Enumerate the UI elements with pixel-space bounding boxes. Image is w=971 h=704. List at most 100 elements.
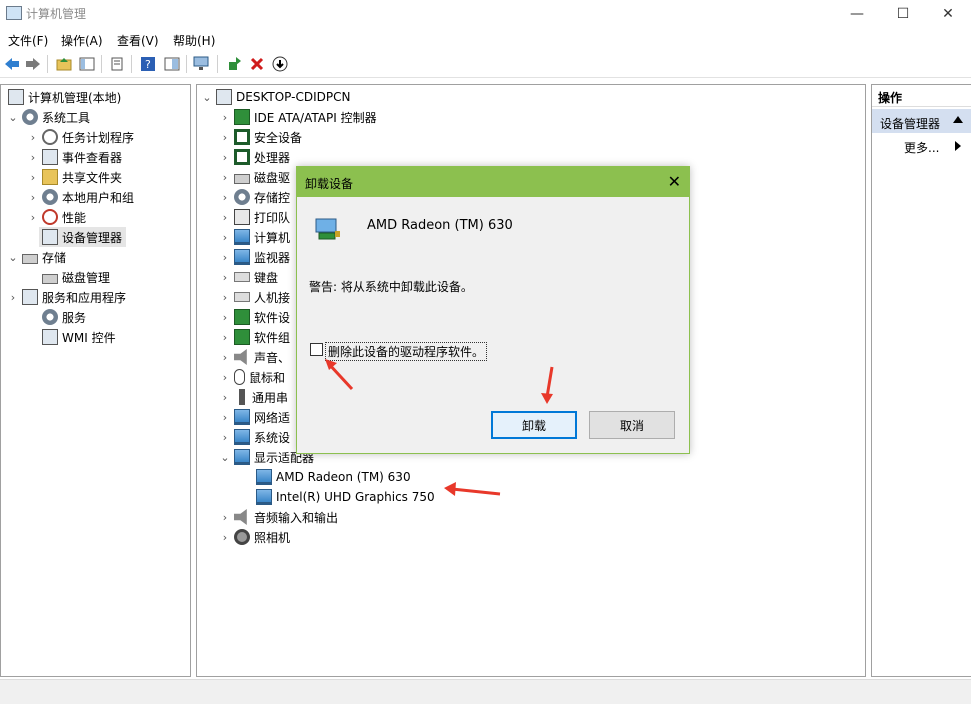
chevron-right-icon[interactable]: › — [219, 191, 231, 204]
back-icon[interactable] — [3, 55, 21, 73]
minimize-button[interactable]: — — [834, 0, 880, 28]
category-computer[interactable]: › 计算机 — [219, 227, 290, 247]
tree-shared-folders[interactable]: › 共享文件夹 — [27, 167, 122, 187]
category-ide[interactable]: › IDE ATA/ATAPI 控制器 — [219, 107, 377, 127]
chevron-right-icon[interactable]: › — [27, 211, 39, 224]
device-intel-uhd[interactable]: Intel(R) UHD Graphics 750 — [253, 487, 435, 507]
device-tree-root[interactable]: ⌄ DESKTOP-CDIDPCN — [201, 87, 350, 107]
forward-icon[interactable] — [24, 55, 42, 73]
chevron-right-icon[interactable]: › — [27, 151, 39, 164]
dialog-close-icon[interactable]: ✕ — [668, 172, 681, 191]
tree-disk-management[interactable]: 磁盘管理 — [39, 267, 110, 287]
category-keyboards[interactable]: › 键盘 — [219, 267, 278, 287]
category-mice[interactable]: › 鼠标和 — [219, 367, 285, 387]
title-bar: 计算机管理 — ☐ ✕ — [0, 0, 971, 28]
category-software-devices[interactable]: › 软件设 — [219, 307, 290, 327]
category-storage-controllers[interactable]: › 存储控 — [219, 187, 290, 207]
uninstall-device-icon[interactable] — [248, 55, 266, 73]
actions-more[interactable]: 更多... — [904, 139, 939, 156]
audio-icon — [234, 509, 247, 525]
delete-driver-checkbox[interactable] — [310, 343, 323, 356]
enable-device-icon[interactable] — [271, 55, 289, 73]
category-network[interactable]: › 网络适 — [219, 407, 290, 427]
chevron-right-icon[interactable]: › — [219, 291, 231, 304]
chevron-right-icon[interactable]: › — [219, 431, 231, 444]
close-button[interactable]: ✕ — [925, 0, 971, 28]
chevron-right-icon[interactable]: › — [219, 231, 231, 244]
chevron-right-icon[interactable]: › — [7, 291, 19, 304]
category-monitors[interactable]: › 监视器 — [219, 247, 290, 267]
display-adapter-icon — [315, 218, 340, 240]
category-usb[interactable]: › 通用串 — [219, 387, 288, 407]
actions-device-manager[interactable]: 设备管理器 — [872, 109, 971, 133]
chevron-right-icon[interactable] — [955, 141, 961, 151]
device-label: AMD Radeon (TM) 630 — [276, 470, 411, 484]
chevron-down-icon[interactable]: ⌄ — [7, 111, 19, 124]
uninstall-button[interactable]: 卸载 — [491, 411, 577, 439]
category-software-components[interactable]: › 软件组 — [219, 327, 290, 347]
show-tree-icon[interactable] — [78, 55, 96, 73]
chevron-right-icon[interactable]: › — [219, 151, 231, 164]
tree-wmi[interactable]: WMI 控件 — [39, 327, 116, 347]
chevron-right-icon[interactable]: › — [219, 411, 231, 424]
help-icon[interactable]: ? — [139, 55, 157, 73]
tree-system-tools[interactable]: ⌄ 系统工具 — [7, 107, 90, 127]
chevron-right-icon[interactable]: › — [27, 131, 39, 144]
menu-file[interactable]: 文件(F) — [8, 32, 48, 49]
chevron-down-icon[interactable]: ⌄ — [219, 451, 231, 464]
tree-performance[interactable]: › 性能 — [27, 207, 86, 227]
tree-task-scheduler[interactable]: › 任务计划程序 — [27, 127, 134, 147]
cancel-button[interactable]: 取消 — [589, 411, 675, 439]
chevron-right-icon[interactable]: › — [219, 271, 231, 284]
device-amd-radeon[interactable]: AMD Radeon (TM) 630 — [253, 467, 411, 487]
software-component-icon — [234, 329, 250, 345]
chevron-right-icon[interactable]: › — [219, 131, 231, 144]
scan-hardware-icon[interactable] — [193, 55, 211, 73]
chevron-right-icon[interactable]: › — [219, 251, 231, 264]
delete-driver-label[interactable]: 删除此设备的驱动程序软件。 — [325, 342, 488, 361]
tree-event-viewer[interactable]: › 事件查看器 — [27, 147, 122, 167]
category-disk-drives[interactable]: › 磁盘驱 — [219, 167, 290, 187]
chevron-right-icon[interactable]: › — [219, 111, 231, 124]
view-icon[interactable] — [163, 55, 181, 73]
tree-services[interactable]: 服务 — [39, 307, 86, 327]
chevron-right-icon[interactable]: › — [219, 531, 231, 544]
chevron-right-icon[interactable]: › — [219, 511, 231, 524]
category-hid[interactable]: › 人机接 — [219, 287, 290, 307]
properties-icon[interactable] — [108, 55, 126, 73]
chevron-right-icon[interactable]: › — [219, 371, 231, 384]
chevron-right-icon[interactable]: › — [219, 331, 231, 344]
chevron-right-icon[interactable]: › — [219, 171, 231, 184]
chevron-right-icon[interactable]: › — [219, 351, 231, 364]
category-audio-io[interactable]: › 音频输入和输出 — [219, 507, 338, 527]
tree-root[interactable]: 计算机管理(本地) — [5, 87, 121, 107]
processor-icon — [234, 149, 250, 165]
maximize-button[interactable]: ☐ — [880, 0, 926, 28]
chevron-right-icon[interactable]: › — [219, 391, 231, 404]
menu-help[interactable]: 帮助(H) — [173, 32, 215, 49]
category-print-queues[interactable]: › 打印队 — [219, 207, 290, 227]
chevron-down-icon[interactable]: ⌄ — [201, 91, 213, 104]
tree-local-users[interactable]: › 本地用户和组 — [27, 187, 134, 207]
chevron-right-icon[interactable]: › — [27, 171, 39, 184]
category-security[interactable]: › 安全设备 — [219, 127, 302, 147]
category-sound[interactable]: › 声音、 — [219, 347, 290, 367]
category-system-devices[interactable]: › 系统设 — [219, 427, 290, 447]
chevron-down-icon[interactable]: ⌄ — [7, 251, 19, 264]
category-processor[interactable]: › 处理器 — [219, 147, 290, 167]
tree-device-manager[interactable]: 设备管理器 — [39, 227, 127, 247]
update-driver-icon[interactable] — [226, 55, 244, 73]
chevron-right-icon[interactable]: › — [27, 191, 39, 204]
tree-services-apps[interactable]: › 服务和应用程序 — [7, 287, 126, 307]
chevron-right-icon[interactable]: › — [219, 311, 231, 324]
tree-label: 存储 — [42, 250, 67, 265]
menu-view[interactable]: 查看(V) — [117, 32, 159, 49]
menu-action[interactable]: 操作(A) — [61, 32, 103, 49]
tree-storage[interactable]: ⌄ 存储 — [7, 247, 66, 267]
security-device-icon — [234, 129, 250, 145]
collapse-triangle-icon[interactable] — [953, 116, 963, 123]
chevron-right-icon[interactable]: › — [219, 211, 231, 224]
category-camera[interactable]: › 照相机 — [219, 527, 290, 547]
users-icon — [42, 189, 58, 205]
up-folder-icon[interactable] — [55, 55, 73, 73]
